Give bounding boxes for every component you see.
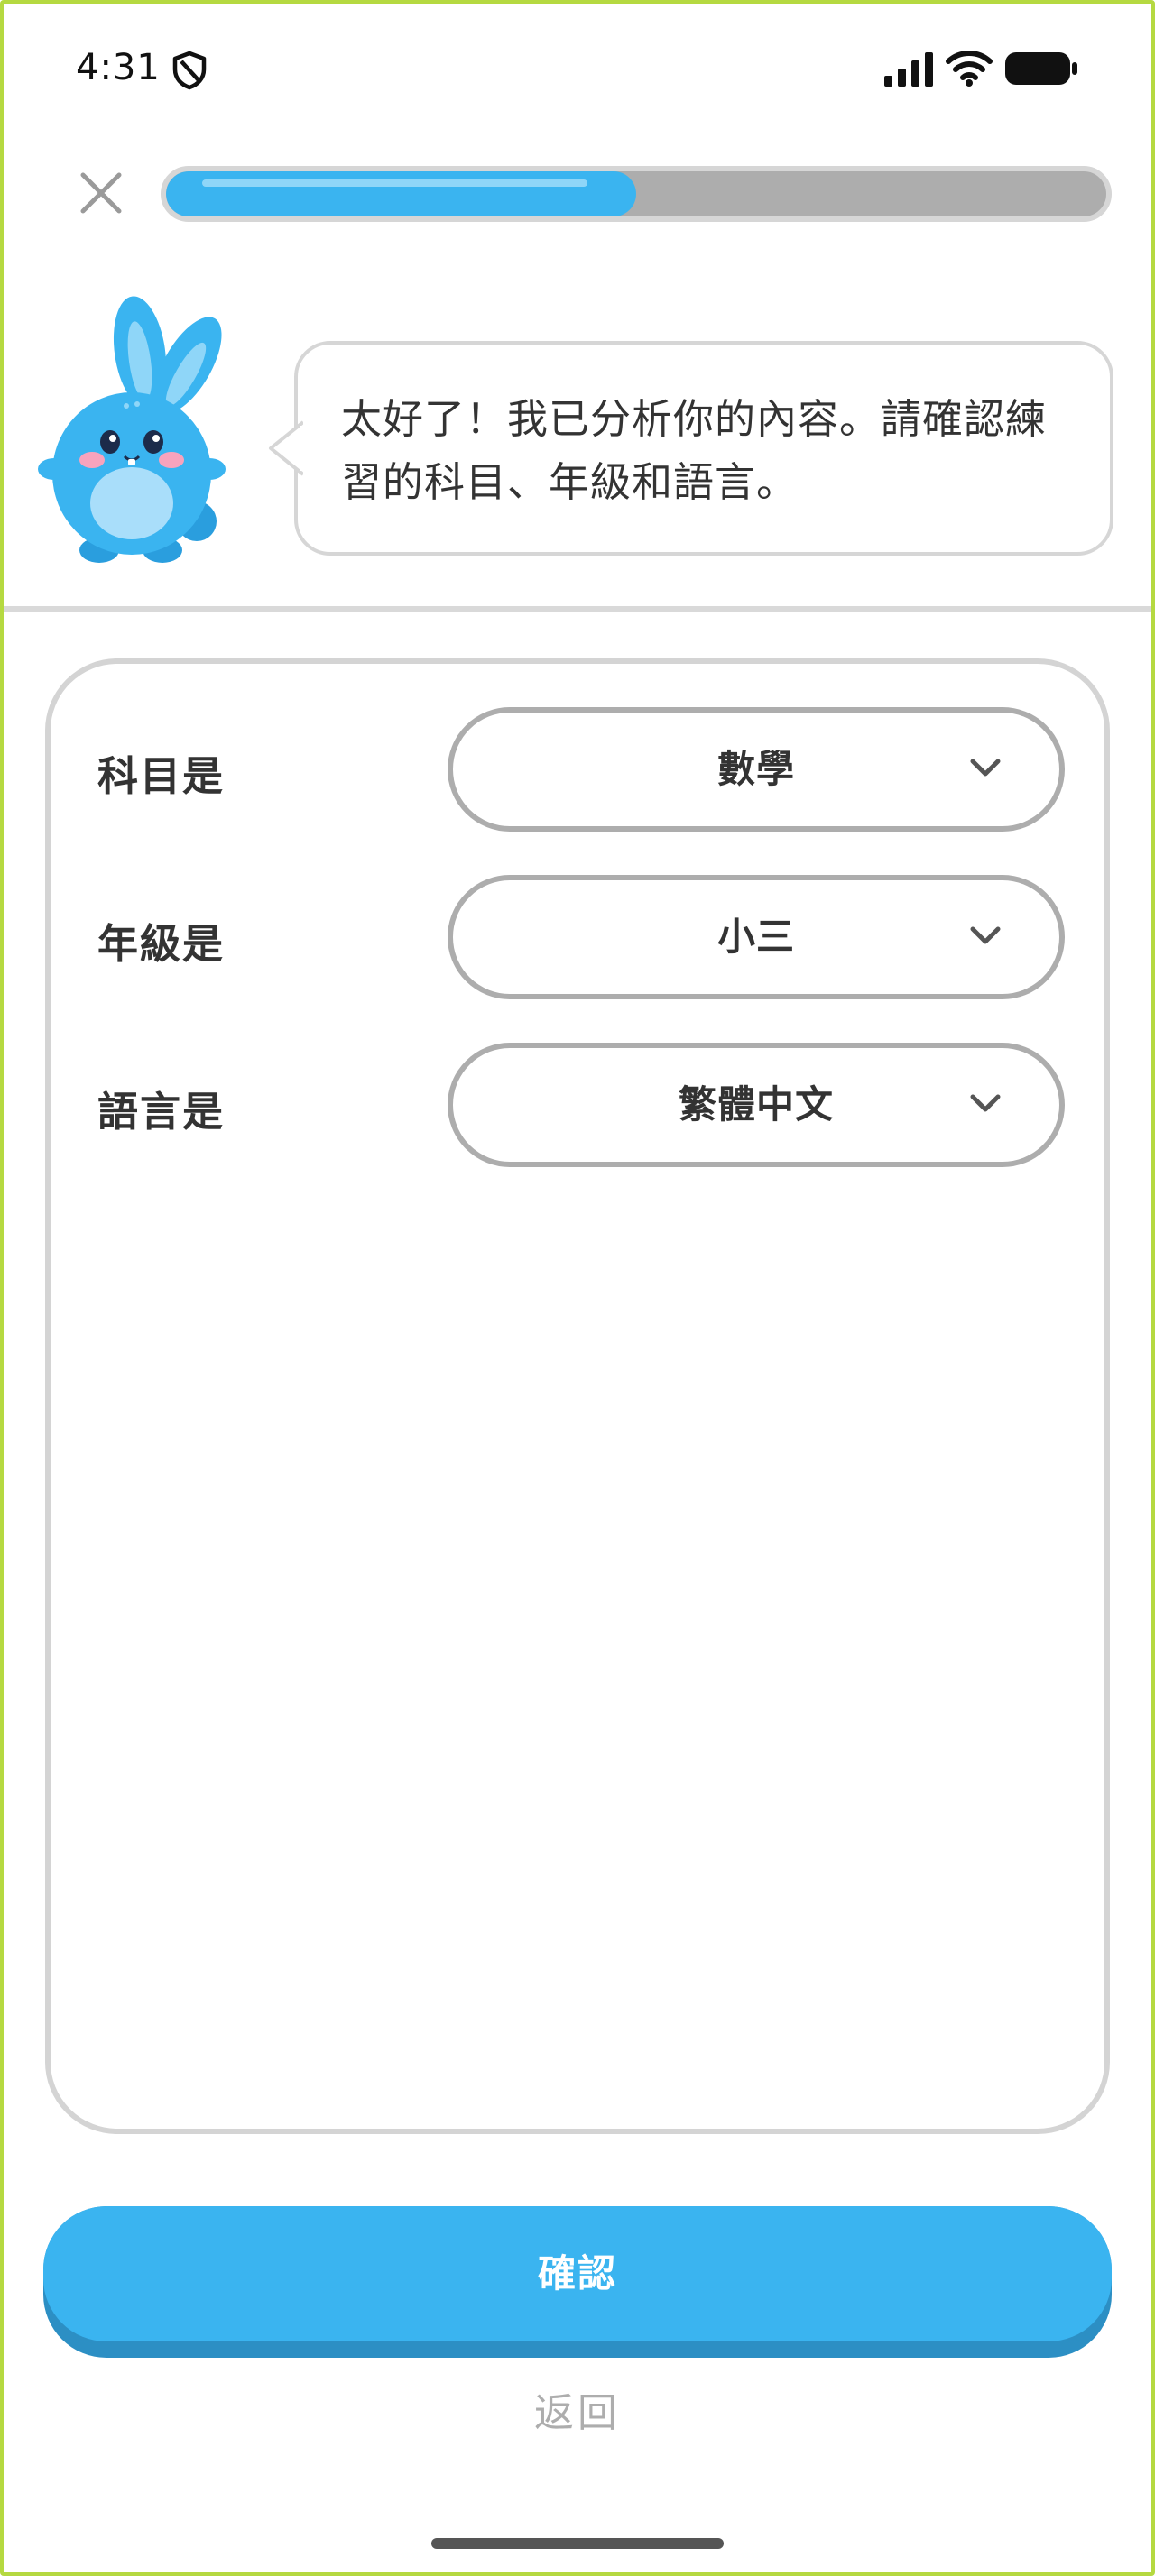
subject-select[interactable]: 數學 bbox=[448, 707, 1065, 832]
battery-icon bbox=[1005, 52, 1077, 85]
mascot-message: 太好了！我已分析你的內容。請確認練習的科目、年級和語言。 bbox=[341, 395, 1048, 506]
subject-label: 科目是 bbox=[97, 752, 226, 800]
language-label: 語言是 bbox=[97, 1088, 226, 1136]
settings-card: 科目是 數學 年級是 小三 語言是 繁體中文 bbox=[45, 658, 1110, 2134]
language-row: 語言是 繁體中文 bbox=[51, 1043, 1104, 1169]
close-icon[interactable] bbox=[76, 168, 126, 218]
subject-row: 科目是 數學 bbox=[51, 707, 1104, 833]
confirm-button[interactable]: 確認 bbox=[43, 2206, 1112, 2358]
status-time: 4:31 bbox=[76, 47, 161, 88]
progress-bar bbox=[161, 166, 1112, 222]
speech-bubble: 太好了！我已分析你的內容。請確認練習的科目、年級和語言。 bbox=[269, 341, 1113, 556]
chevron-down-icon bbox=[970, 759, 1001, 777]
bunny-mascot-icon bbox=[38, 296, 226, 563]
chevron-down-icon bbox=[970, 1094, 1001, 1112]
grade-select[interactable]: 小三 bbox=[448, 875, 1065, 999]
confirm-label: 確認 bbox=[537, 2251, 617, 2295]
back-button[interactable]: 返回 bbox=[487, 2387, 668, 2441]
status-bar: 4:31 bbox=[0, 0, 1155, 135]
signal-icon bbox=[884, 52, 933, 87]
shield-icon bbox=[172, 51, 207, 90]
wifi-icon bbox=[946, 51, 993, 87]
home-indicator[interactable] bbox=[431, 2538, 724, 2549]
progress-shine bbox=[202, 179, 588, 187]
progress-fill bbox=[166, 171, 636, 216]
language-select[interactable]: 繁體中文 bbox=[448, 1043, 1065, 1167]
chevron-down-icon bbox=[970, 926, 1001, 944]
bubble-tail bbox=[269, 420, 303, 476]
divider bbox=[0, 606, 1155, 612]
grade-label: 年級是 bbox=[97, 920, 226, 968]
grade-row: 年級是 小三 bbox=[51, 875, 1104, 1001]
